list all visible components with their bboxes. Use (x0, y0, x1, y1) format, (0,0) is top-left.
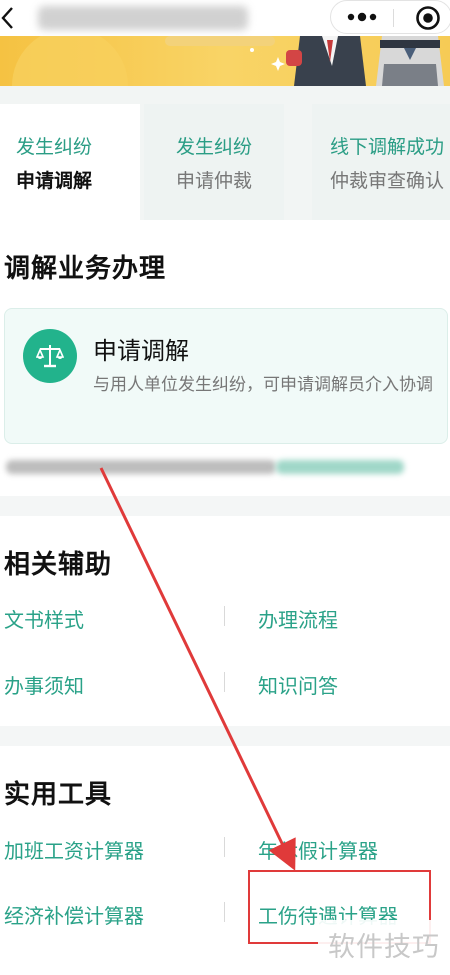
section-divider (0, 496, 450, 516)
page-title (38, 6, 248, 30)
section-title-tools: 实用工具 (4, 780, 113, 810)
card-description: 与用人单位发生纠纷，可申请调解员介入协调 (93, 375, 433, 395)
tab-apply-mediation[interactable]: 发生纠纷 申请调解 (0, 104, 140, 220)
mini-program-capsule (330, 0, 450, 34)
link-document-templates[interactable]: 文书样式 (4, 604, 84, 633)
chevron-left-icon[interactable] (0, 4, 20, 32)
link-knowledge-qa[interactable]: 知识问答 (258, 670, 338, 699)
section-title-mediation: 调解业务办理 (4, 254, 167, 284)
apply-mediation-card[interactable]: 申请调解 与用人单位发生纠纷，可申请调解员介入协调 (4, 308, 448, 444)
more-dots-icon[interactable] (345, 7, 379, 27)
tab-label-top: 发生纠纷 (16, 136, 93, 158)
tab-label-bottom: 申请调解 (16, 170, 93, 192)
section-divider (0, 726, 450, 746)
link-separator (224, 606, 225, 626)
link-process-flow[interactable]: 办理流程 (258, 604, 338, 633)
tab-label-bottom: 申请仲裁 (175, 170, 252, 192)
section-title-assist: 相关辅助 (4, 550, 113, 580)
scales-icon (23, 329, 77, 383)
tab-apply-arbitration[interactable]: 发生纠纷 申请仲裁 (144, 104, 284, 220)
capsule-divider (393, 9, 394, 27)
tab-label-top: 发生纠纷 (175, 136, 252, 158)
link-overtime-calculator[interactable]: 加班工资计算器 (4, 835, 144, 864)
link-separator (224, 837, 225, 857)
watermark: 软件技巧 (318, 920, 450, 975)
banner-image[interactable] (0, 36, 450, 86)
link-separator (224, 672, 225, 692)
tab-label-bottom: 仲裁审查确认 (330, 170, 445, 192)
link-separator (224, 902, 225, 922)
tab-arbitration-confirm[interactable]: 线下调解成功 仲裁审查确认 (312, 104, 450, 220)
link-compensation-calculator[interactable]: 经济补偿计算器 (4, 900, 144, 929)
blurred-notice-text (6, 460, 406, 478)
top-nav-bar (0, 0, 450, 36)
target-icon[interactable] (415, 5, 441, 31)
service-tabs: 发生纠纷 申请调解 发生纠纷 申请仲裁 线下调解成功 仲裁审查确认 (0, 86, 450, 220)
link-annual-leave-calculator[interactable]: 年休假计算器 (258, 835, 378, 864)
tab-label-top: 线下调解成功 (330, 136, 445, 158)
card-title: 申请调解 (93, 337, 189, 365)
link-service-notice[interactable]: 办事须知 (4, 670, 84, 699)
